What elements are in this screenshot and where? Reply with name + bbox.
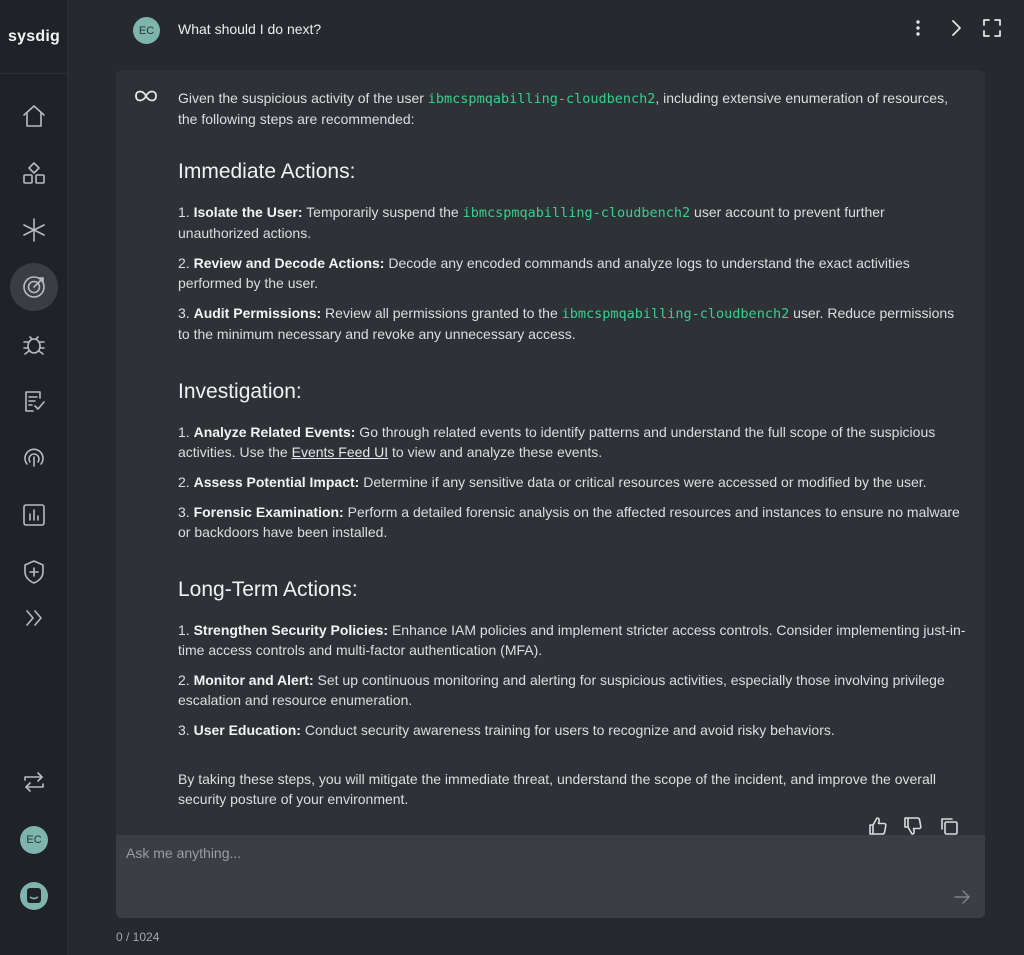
inventory-icon	[23, 162, 45, 184]
thumbs-up-button[interactable]	[868, 816, 888, 836]
question-avatar: EC	[133, 17, 160, 44]
fingerprint-icon	[24, 448, 44, 467]
list-item: 1. Strengthen Security Policies: Enhance…	[178, 622, 966, 658]
events-feed-link[interactable]: Events Feed UI	[292, 444, 389, 460]
collapse-panel-button[interactable]	[944, 16, 968, 40]
nav-identity[interactable]	[10, 434, 58, 482]
chat-input[interactable]	[126, 845, 926, 885]
user-avatar[interactable]: EC	[20, 826, 48, 854]
nav-integrations[interactable]	[10, 206, 58, 254]
answer-panel: Given the suspicious activity of the use…	[116, 70, 985, 835]
nav-inventory[interactable]	[10, 149, 58, 197]
list-item: 2. Assess Potential Impact: Determine if…	[178, 474, 927, 490]
thumbs-down-icon	[904, 817, 922, 835]
answer-intro: Given the suspicious activity of the use…	[178, 90, 948, 127]
list-item: 3. Audit Permissions: Review all permiss…	[178, 305, 955, 342]
list-item: 1. Analyze Related Events: Go through re…	[178, 424, 936, 460]
checklist-icon	[25, 391, 45, 412]
fullscreen-icon	[983, 19, 1001, 37]
section-title-immediate: Immediate Actions:	[178, 160, 356, 183]
nav-policies[interactable]	[10, 548, 58, 596]
nav-home[interactable]	[10, 92, 58, 140]
switch-button[interactable]	[10, 758, 58, 806]
shield-plus-icon	[24, 560, 44, 584]
more-vertical-icon	[916, 20, 920, 36]
bug-icon	[23, 336, 45, 355]
sysdig-logo[interactable]: sysdig	[0, 0, 68, 74]
thumbs-down-button[interactable]	[903, 816, 923, 836]
nav-vulnerabilities[interactable]	[10, 320, 58, 368]
chat-header: EC What should I do next?	[68, 0, 1024, 60]
thumbs-up-icon	[869, 817, 887, 835]
list-item: 1. Isolate the User: Temporarily suspend…	[178, 204, 885, 241]
answer-content: Given the suspicious activity of the use…	[178, 88, 968, 809]
copy-icon	[941, 818, 958, 835]
bar-chart-icon	[23, 504, 45, 526]
sidebar: sysdig EC	[0, 0, 68, 955]
assistant-avatar[interactable]	[20, 882, 48, 910]
fullscreen-button[interactable]	[980, 16, 1004, 40]
assistant-icon	[27, 888, 41, 903]
home-icon	[23, 105, 45, 127]
expand-sidebar-button[interactable]	[10, 594, 58, 642]
list-item: 3. Forensic Examination: Perform a detai…	[178, 504, 960, 540]
switch-arrows-icon	[24, 772, 44, 792]
chat-input-box	[116, 835, 985, 918]
list-item: 2. Monitor and Alert: Set up continuous …	[178, 672, 945, 708]
nav-threats[interactable]	[10, 263, 58, 311]
nav-compliance[interactable]	[10, 377, 58, 425]
list-item: 3. User Education: Conduct security awar…	[178, 722, 835, 738]
section-title-long-term: Long-Term Actions:	[178, 578, 358, 601]
section-title-investigation: Investigation:	[178, 380, 302, 403]
chevrons-right-icon	[26, 610, 42, 626]
send-button[interactable]	[952, 887, 972, 907]
nav-reports[interactable]	[10, 491, 58, 539]
character-counter: 0 / 1024	[116, 930, 160, 944]
infinity-icon	[135, 90, 157, 102]
more-options-button[interactable]	[906, 16, 930, 40]
integrations-icon	[23, 218, 45, 242]
user-code: ibmcspmqabilling-cloudbench2	[427, 91, 656, 107]
answer-closing: By taking these steps, you will mitigate…	[178, 771, 936, 807]
target-icon	[23, 276, 45, 298]
chevron-right-icon	[952, 20, 961, 36]
arrow-right-icon	[954, 890, 970, 904]
copy-button[interactable]	[939, 816, 959, 836]
question-text: What should I do next?	[178, 21, 322, 37]
list-item: 2. Review and Decode Actions: Decode any…	[178, 255, 910, 291]
